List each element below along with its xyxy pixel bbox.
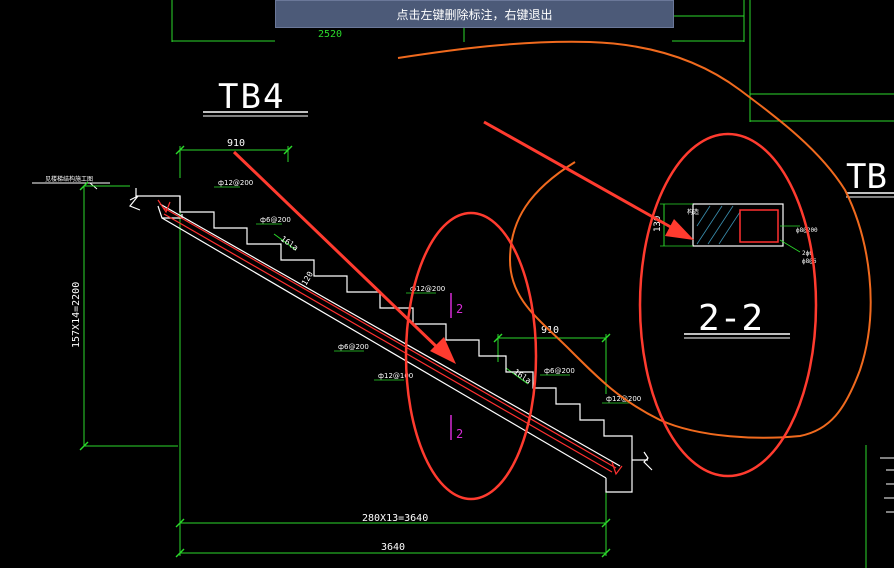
dim-bottom-inner: 280X13=3640: [362, 513, 428, 524]
rebar-label-a: ф12@200: [218, 179, 253, 187]
annotation-orange-scribble: [397, 40, 872, 439]
anchor-len-2: 16la: [512, 367, 533, 386]
top-dimension-text: 2520: [318, 29, 342, 40]
dim-910-left: 910: [227, 138, 245, 149]
section-marks: 2 2: [450, 293, 463, 441]
section-mark-1: 2: [456, 302, 463, 316]
dim-bottom-outer: 3640: [381, 542, 405, 553]
cad-canvas[interactable]: 2520 TB4 TB 见楼梯结构施工图 910 910 280X13=3640…: [0, 0, 894, 568]
section-mark-2: 2: [456, 427, 463, 441]
right-edge-marks: [880, 457, 894, 513]
rebar-lines: [157, 199, 623, 476]
drawing-title-tb4: TB4: [218, 77, 285, 117]
dimension-ticks: [79, 145, 611, 558]
rebar-label-d: ф6@200: [338, 343, 369, 351]
anchor-len-1: 16la: [279, 234, 300, 253]
left-note: 见楼梯结构施工图: [45, 175, 93, 183]
rebar-label-b: ф6@200: [260, 216, 291, 224]
status-tooltip: 点击左键删除标注，右键退出: [275, 0, 674, 28]
rebar-label-f: ф6@200: [544, 367, 575, 375]
dim-vertical: 157X14=2200: [71, 282, 82, 348]
section-note-k: 构造: [687, 208, 699, 216]
annotation-red-arrows: [232, 120, 694, 364]
rebar-labels: ф12@200 ф6@200 ф12@200 ф6@200 ф12@100 ф6…: [218, 179, 641, 403]
drawing-title-tb-partial: TB: [846, 157, 887, 197]
section-title: 2-2: [698, 298, 763, 339]
